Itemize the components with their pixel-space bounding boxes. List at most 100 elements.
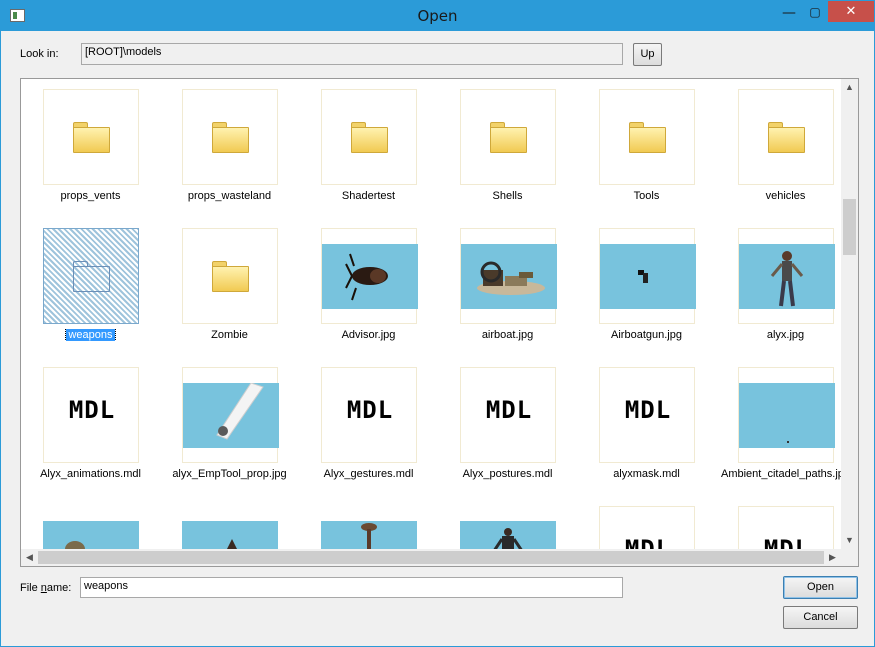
file-thumbnail: [321, 89, 417, 185]
file-name-label: Advisor.jpg: [341, 329, 396, 341]
file-name-label: airboat.jpg: [481, 329, 534, 341]
file-name-label: Alyx_animations.mdl: [40, 468, 141, 480]
file-name-label: vehicles: [765, 190, 806, 202]
scroll-right-icon[interactable]: ▶: [824, 549, 841, 566]
file-thumbnail: [738, 367, 835, 463]
cancel-button[interactable]: Cancel: [783, 606, 858, 629]
mdl-icon: MDL: [68, 396, 116, 424]
file-item[interactable]: props_vents: [21, 79, 160, 218]
file-name-label: Shadertest: [341, 190, 396, 202]
airboat-thumbnail: [461, 244, 557, 309]
file-thumbnail: [182, 89, 278, 185]
scrollbar-corner: [841, 549, 858, 566]
look-in-path-field[interactable]: [ROOT]\models: [81, 43, 623, 65]
file-item[interactable]: airboat.jpg: [438, 218, 577, 357]
file-thumbnail: MDL: [321, 367, 417, 463]
title-bar[interactable]: Open — ▢ ✕: [1, 1, 874, 31]
file-name-label: alyx.jpg: [766, 329, 805, 341]
minimize-button[interactable]: —: [776, 5, 802, 26]
file-item-selected[interactable]: weapons: [21, 218, 160, 357]
file-thumbnail: [738, 89, 834, 185]
file-item[interactable]: Shells: [438, 79, 577, 218]
file-thumbnail: [43, 228, 139, 324]
file-thumbnail: [460, 89, 556, 185]
folder-icon: [73, 122, 110, 153]
folder-icon: [73, 261, 110, 292]
advisor-thumbnail: [322, 244, 418, 309]
emptool-thumbnail: [183, 383, 279, 448]
vertical-scroll-thumb[interactable]: [843, 199, 856, 255]
file-name-label: alyxmask.mdl: [613, 468, 680, 480]
file-thumbnail: MDL: [599, 367, 695, 463]
file-thumbnail: MDL: [43, 367, 139, 463]
folder-icon: [490, 122, 527, 153]
file-list[interactable]: props_vents props_wasteland Shadertest S…: [20, 78, 859, 567]
file-name-label: props_wasteland: [187, 190, 272, 202]
file-thumbnail: MDL: [460, 367, 556, 463]
file-thumbnail: [738, 228, 835, 324]
file-item[interactable]: MDL Alyx_gestures.mdl: [299, 357, 438, 496]
folder-icon: [629, 122, 666, 153]
file-grid: props_vents props_wasteland Shadertest S…: [21, 79, 850, 566]
mdl-icon: MDL: [624, 396, 672, 424]
file-thumbnail: [321, 228, 418, 324]
file-name-input[interactable]: weapons: [80, 577, 623, 598]
close-button[interactable]: ✕: [828, 1, 874, 22]
file-item[interactable]: MDL Alyx_postures.mdl: [438, 357, 577, 496]
airboatgun-thumbnail: [600, 244, 696, 309]
up-button[interactable]: Up: [633, 43, 662, 66]
file-item[interactable]: Airboatgun.jpg: [577, 218, 716, 357]
file-name-label: Shells: [492, 190, 523, 202]
scroll-down-icon[interactable]: ▼: [841, 532, 858, 549]
window-title: Open: [417, 7, 458, 25]
horizontal-scrollbar[interactable]: ◀ ▶: [21, 549, 841, 566]
file-item[interactable]: Zombie: [160, 218, 299, 357]
file-item[interactable]: vehicles: [716, 79, 855, 218]
file-name-label: alyx_EmpTool_prop.jpg: [172, 468, 287, 480]
file-name-label: props_vents: [60, 190, 121, 202]
file-name-label: Zombie: [211, 329, 248, 341]
folder-icon: [212, 261, 249, 292]
file-thumbnail: [599, 228, 696, 324]
file-name-label: Ambient_citadel_paths.jpg: [720, 468, 851, 480]
file-item[interactable]: alyx.jpg: [716, 218, 855, 357]
file-item[interactable]: Advisor.jpg: [299, 218, 438, 357]
file-name-label-text: File name:: [20, 582, 71, 594]
file-name-label-prefix: File: [20, 582, 41, 594]
file-name-label: Alyx_postures.mdl: [462, 468, 553, 480]
folder-icon: [768, 122, 805, 153]
open-dialog: Open — ▢ ✕ Look in: [ROOT]\models Up pro…: [0, 0, 875, 647]
file-item[interactable]: Tools: [577, 79, 716, 218]
file-thumbnail: [182, 228, 278, 324]
file-item[interactable]: MDL alyxmask.mdl: [577, 357, 716, 496]
file-item[interactable]: Shadertest: [299, 79, 438, 218]
horizontal-scroll-thumb[interactable]: [38, 551, 824, 564]
folder-icon: [212, 122, 249, 153]
citadel-thumbnail: [739, 383, 835, 448]
file-item[interactable]: props_wasteland: [160, 79, 299, 218]
file-item[interactable]: alyx_EmpTool_prop.jpg: [160, 357, 299, 496]
scroll-left-icon[interactable]: ◀: [21, 549, 38, 566]
file-item[interactable]: Ambient_citadel_paths.jpg: [716, 357, 855, 496]
scroll-up-icon[interactable]: ▲: [841, 79, 858, 96]
look-in-label: Look in:: [20, 48, 59, 60]
folder-icon: [351, 122, 388, 153]
file-name-label: Alyx_gestures.mdl: [323, 468, 414, 480]
open-button-label: Open: [807, 581, 834, 593]
file-name-label: Tools: [633, 190, 660, 202]
file-name-label: weapons: [21, 329, 160, 341]
open-button[interactable]: Open: [783, 576, 858, 599]
file-item[interactable]: MDL Alyx_animations.mdl: [21, 357, 160, 496]
file-thumbnail: [43, 89, 139, 185]
vertical-scrollbar[interactable]: ▲ ▼: [841, 79, 858, 549]
file-name-label-suffix: ame:: [46, 582, 72, 594]
file-thumbnail: [599, 89, 695, 185]
alyx-thumbnail: [739, 244, 835, 309]
maximize-button[interactable]: ▢: [802, 5, 828, 26]
cancel-button-label: Cancel: [803, 611, 838, 623]
up-button-label: Up: [640, 48, 655, 60]
mdl-icon: MDL: [346, 396, 394, 424]
file-thumbnail: [182, 367, 279, 463]
file-name-label: Airboatgun.jpg: [611, 329, 682, 341]
mdl-icon: MDL: [485, 396, 533, 424]
